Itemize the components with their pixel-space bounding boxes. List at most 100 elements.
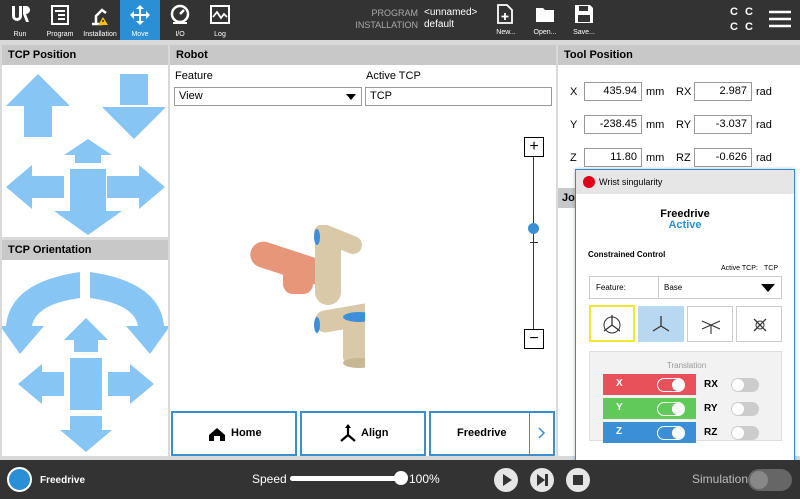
tcp-position-panel: TCP Position — [2, 45, 168, 237]
x-value-field[interactable]: 435.94 — [584, 82, 642, 101]
rz-toggle-label: RZ — [704, 427, 718, 438]
mode-tool-button[interactable] — [687, 306, 733, 342]
zoom-in-button[interactable]: + — [524, 137, 544, 157]
tcp-position-arrows — [6, 74, 166, 235]
play-button[interactable] — [494, 468, 518, 492]
stop-button[interactable] — [566, 468, 590, 492]
speed-label: Speed — [252, 472, 287, 486]
nav-io[interactable]: I/O — [160, 0, 200, 40]
new-file-icon — [497, 4, 513, 24]
tilt-backward-button[interactable] — [60, 416, 112, 452]
z-axis-toggle-label: Z — [616, 426, 623, 437]
mode-free-button[interactable] — [589, 305, 635, 342]
hamburger-menu-button[interactable] — [768, 9, 792, 29]
home-button[interactable]: Home — [171, 411, 297, 456]
tool-position-title: Tool Position — [558, 45, 800, 65]
speed-slider-track[interactable] — [290, 476, 402, 481]
folder-icon — [536, 8, 554, 22]
z-value-field[interactable]: 11.80 — [584, 148, 642, 167]
zoom-out-button[interactable]: − — [524, 329, 544, 349]
tilt-left-button[interactable] — [18, 364, 64, 404]
y-unit: mm — [646, 119, 665, 131]
popup-feature-label: Feature: — [596, 283, 626, 292]
open-button[interactable]: Open... — [526, 0, 564, 40]
speed-slider-handle[interactable] — [394, 471, 408, 485]
arrow-left-button[interactable] — [6, 165, 64, 209]
z-axis-label: Z — [570, 152, 577, 164]
feature-dropdown[interactable]: View — [174, 87, 362, 106]
save-button[interactable]: Save... — [565, 0, 603, 40]
active-tcp-field[interactable]: TCP — [365, 87, 552, 106]
tilt-right-button[interactable] — [108, 364, 154, 404]
rz-toggle[interactable] — [731, 426, 759, 440]
z-axis-toggle-row[interactable]: Z — [603, 422, 693, 443]
y-value-field[interactable]: -238.45 — [584, 115, 642, 134]
active-tcp-label: Active TCP — [366, 70, 421, 82]
simulation-label: Simulation — [692, 472, 749, 486]
popup-feature-divider — [658, 277, 659, 298]
step-button[interactable] — [530, 468, 554, 492]
arrow-forward-button[interactable] — [64, 139, 112, 163]
rz-unit: rad — [756, 152, 772, 164]
x-axis-toggle-label: X — [616, 378, 623, 389]
nav-program-label: Program — [46, 31, 74, 38]
singularity-warning-text: Wrist singularity — [599, 177, 663, 187]
nav-run[interactable]: Run — [0, 0, 40, 40]
robot-3d-view[interactable] — [245, 225, 365, 375]
freedrive-expand-button[interactable] — [529, 413, 553, 454]
y-axis-toggle[interactable] — [657, 402, 685, 416]
align-button[interactable]: Align — [300, 411, 426, 456]
rx-toggle[interactable] — [731, 378, 759, 392]
y-axis-toggle-row[interactable]: Y — [603, 398, 693, 419]
simulation-toggle[interactable] — [748, 469, 792, 491]
rz-value-field[interactable]: -0.626 — [694, 148, 752, 167]
popup-feature-dropdown[interactable]: Feature: Base — [589, 276, 782, 299]
chevron-down-icon — [761, 284, 775, 292]
mode-plane-button[interactable] — [638, 306, 684, 342]
robot-title: Robot — [170, 45, 556, 65]
home-icon — [209, 428, 225, 441]
popup-active-tcp-value: TCP — [764, 265, 778, 272]
new-button[interactable]: New... — [487, 0, 525, 40]
nav-installation-label: Installation — [83, 31, 117, 38]
rotate-ccw-button[interactable] — [2, 272, 80, 354]
x-axis-toggle-row[interactable]: X — [603, 374, 693, 395]
translation-group: Translation X Y Z RX RY RZ — [589, 351, 782, 443]
rotate-cw-button[interactable] — [90, 272, 168, 354]
freedrive-button[interactable]: Freedrive — [429, 411, 555, 456]
zoom-slider-handle[interactable] — [528, 223, 539, 234]
freedrive-status: Active — [668, 219, 702, 231]
io-icon — [170, 4, 190, 24]
y-axis-label: Y — [570, 119, 578, 131]
x-axis-toggle-knob — [672, 379, 684, 391]
app-root: { "nav": [ {"label":"Run","icon":"ur-log… — [0, 0, 800, 499]
freedrive-status-icon[interactable] — [7, 467, 32, 492]
ry-unit: rad — [756, 119, 772, 131]
arrow-right-button[interactable] — [107, 165, 165, 209]
rx-value-field[interactable]: 2.987 — [694, 82, 752, 101]
rx-color-bar — [693, 374, 696, 395]
speed-slider-fill — [290, 476, 402, 481]
x-axis-toggle[interactable] — [657, 378, 685, 392]
nav-move[interactable]: Move — [120, 0, 160, 40]
z-axis-toggle[interactable] — [657, 426, 685, 440]
installation-label: INSTALLATION — [355, 20, 418, 30]
log-icon — [210, 5, 230, 24]
rx-toggle-label: RX — [704, 379, 718, 390]
tcp-orientation-panel: TCP Orientation — [2, 240, 168, 456]
nav-installation[interactable]: Installation — [80, 0, 120, 40]
singularity-warning-bar: Wrist singularity — [576, 170, 794, 194]
constrained-control-label: Constrained Control — [588, 250, 666, 259]
nav-program[interactable]: Program — [40, 0, 80, 40]
arrow-down-button[interactable] — [102, 74, 166, 139]
ry-color-bar — [693, 398, 696, 419]
nav-log[interactable]: Log — [200, 0, 240, 40]
warning-dot-icon — [583, 176, 595, 188]
tilt-forward-button[interactable] — [64, 318, 108, 352]
arrow-up-button[interactable] — [6, 74, 70, 137]
ry-value-field[interactable]: -3.037 — [694, 115, 752, 134]
translate-axes-icon — [652, 316, 670, 332]
translation-label: Translation — [666, 361, 707, 370]
ry-toggle[interactable] — [731, 402, 759, 416]
mode-rotate-button[interactable] — [736, 306, 782, 342]
